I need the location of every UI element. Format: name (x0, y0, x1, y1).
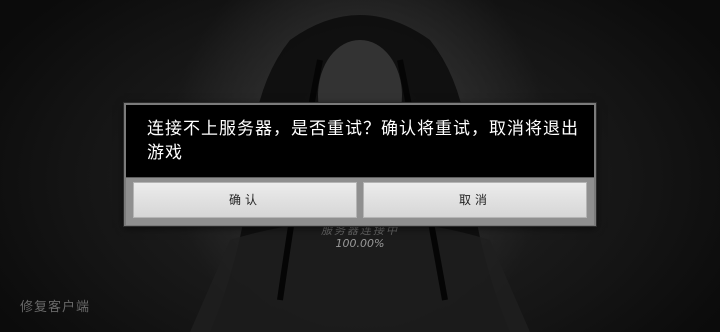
repair-client-link[interactable]: 修复客户端 (20, 296, 90, 315)
game-screen: 服务器连接中 100.00% 修复客户端 连接不上服务器，是否重试？确认将重试，… (0, 0, 720, 332)
confirm-button[interactable]: 确认 (133, 182, 357, 218)
connection-error-dialog: 连接不上服务器，是否重试？确认将重试，取消将退出游戏 确认 取消 (124, 103, 596, 226)
cancel-button[interactable]: 取消 (363, 182, 587, 218)
dialog-message: 连接不上服务器，是否重试？确认将重试，取消将退出游戏 (147, 119, 579, 163)
dialog-button-bar: 确认 取消 (126, 177, 594, 225)
loading-percent-text: 100.00% (335, 237, 385, 250)
